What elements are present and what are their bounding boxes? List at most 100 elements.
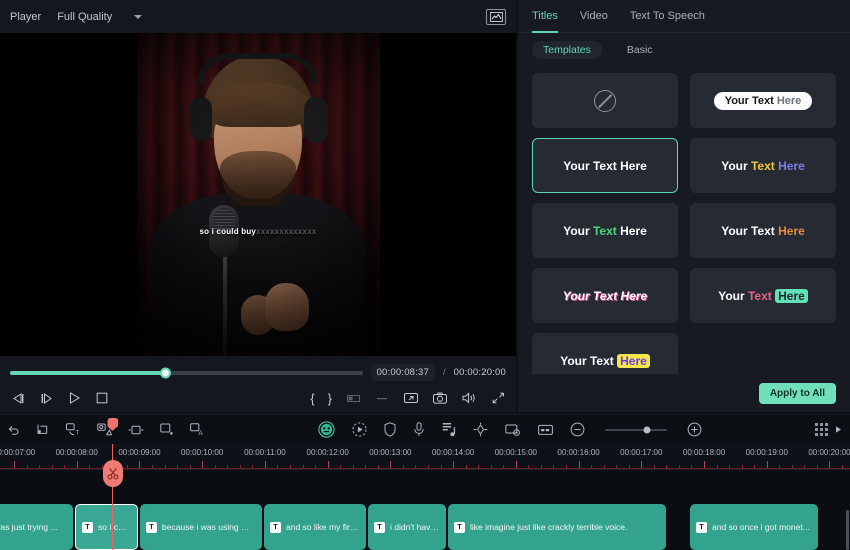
clip-and-so-like-my-first[interactable]: Tand so like my first ... <box>264 504 366 550</box>
clip-i-didnt-have[interactable]: Ti didn't have ... <box>368 504 446 550</box>
speaker-icon[interactable] <box>461 390 477 406</box>
brace-open-icon[interactable]: { <box>310 392 314 405</box>
toolbar-middle-group <box>318 421 702 438</box>
clip-label: because i was using my bro... <box>162 522 256 532</box>
dash-icon <box>374 390 390 406</box>
tab-titles[interactable]: Titles <box>532 0 558 33</box>
clip-and-so-once-i-got-money[interactable]: Tand so once i got monet... <box>690 504 818 550</box>
subtab-templates[interactable]: Templates <box>532 41 602 59</box>
caret-right-icon[interactable] <box>835 425 842 434</box>
vignette-overlay <box>136 33 380 356</box>
toolbar-left-group: T A <box>8 423 205 436</box>
mask-icon[interactable] <box>160 423 174 436</box>
text-part: Here <box>617 353 650 368</box>
text-part: Your <box>718 288 748 303</box>
keyframe-icon[interactable] <box>473 422 488 437</box>
video-stage: so i could buyxxxxxxxxxxxxx <box>0 33 516 356</box>
undo-icon[interactable] <box>8 424 20 436</box>
template-white-pill[interactable]: Your Text Here <box>690 73 836 128</box>
text-box-icon[interactable]: T <box>66 423 81 436</box>
text-part: Text <box>592 223 621 238</box>
apply-to-all-button[interactable]: Apply to All <box>758 382 836 404</box>
template-plain-white[interactable]: Your Text Here <box>532 138 678 193</box>
clip-like-imagine[interactable]: Tlike imagine just like crackly terrible… <box>448 504 666 550</box>
microphone-icon[interactable] <box>413 422 425 437</box>
step-forward-icon[interactable] <box>38 390 54 406</box>
clip-so-i-could[interactable]: Tso i cou... <box>75 504 138 550</box>
camera-icon[interactable] <box>432 390 448 406</box>
player-header: Player Full Quality <box>0 0 516 33</box>
template-preview-text: Your Text Here <box>721 159 805 173</box>
timeline-zoom-slider[interactable] <box>605 426 667 433</box>
ruler-label: 00:00:08:00 <box>55 448 98 457</box>
tab-text-to-speech[interactable]: Text To Speech <box>630 0 705 33</box>
title-template-grid: Your Text Here Your Text Here Your Text He… <box>518 65 850 374</box>
template-green-accent[interactable]: Your Text Here <box>532 203 678 258</box>
template-preview-text: Your Text Here <box>718 288 808 303</box>
grid-menu-icon[interactable] <box>815 423 828 436</box>
text-part: Your Text Here <box>562 288 648 303</box>
step-backward-icon[interactable] <box>10 390 26 406</box>
timeline-ruler[interactable]: 00:00:07:00 00:00:08:00 00:00:09:00 00:00:1… <box>0 444 850 470</box>
text-part: Text <box>747 288 776 303</box>
template-preview-text: Your Text Here <box>560 353 650 368</box>
template-yellow-highlight[interactable]: Your Text Here <box>532 333 678 374</box>
clip-because-i-was-using[interactable]: Tbecause i was using my bro... <box>140 504 262 550</box>
translate-icon[interactable]: A <box>190 423 205 436</box>
template-orange-accent[interactable]: Your Text Here <box>690 203 836 258</box>
player-panel: Player Full Quality so i could buyxxxxxx… <box>0 0 516 412</box>
quality-value: Full Quality <box>57 10 113 23</box>
time-separator: / <box>442 367 446 378</box>
template-preview-text: Your Text Here <box>563 289 647 303</box>
template-pink-teal-highlight[interactable]: Your Text Here <box>690 268 836 323</box>
subtab-basic[interactable]: Basic <box>616 41 664 59</box>
transport-controls: { } <box>10 390 506 406</box>
external-window-icon[interactable] <box>403 390 419 406</box>
crop-icon[interactable] <box>36 423 50 436</box>
transform-icon[interactable] <box>128 424 144 436</box>
zoom-out-icon[interactable] <box>570 422 585 437</box>
playhead[interactable] <box>102 418 123 550</box>
template-pink-italic[interactable]: Your Text Here <box>532 268 678 323</box>
text-part: Your <box>563 223 593 238</box>
player-controls-bar: 00:00:08:37 / 00:00:20:00 {} <box>0 356 516 412</box>
player-label: Player <box>10 10 42 23</box>
transport-right: { } <box>310 390 506 406</box>
zoom-in-icon[interactable] <box>687 422 702 437</box>
quality-dropdown[interactable]: Full Quality <box>51 9 148 25</box>
shield-icon[interactable] <box>384 422 396 437</box>
svg-text:T: T <box>75 430 79 436</box>
ruler-label: 00:00:14:00 <box>431 448 475 457</box>
compare-icon[interactable] <box>345 390 361 406</box>
text-part: Here <box>775 288 808 303</box>
zoom-slider-handle[interactable] <box>643 426 651 433</box>
panel-tab-bar: Titles Video Text To Speech <box>518 0 850 33</box>
text-part: Your <box>721 158 751 173</box>
subtitle-icon[interactable] <box>538 424 553 436</box>
ai-face-icon[interactable] <box>318 421 335 438</box>
tab-video[interactable]: Video <box>580 0 608 33</box>
screen-record-icon[interactable] <box>505 423 521 437</box>
music-note-icon[interactable] <box>442 422 456 437</box>
stop-icon[interactable] <box>94 390 110 406</box>
template-yellow-purple[interactable]: Your Text Here <box>690 138 836 193</box>
timeline-vertical-scrollbar[interactable] <box>846 510 849 550</box>
ruler-label: 00:00:12:00 <box>306 448 349 457</box>
seek-handle[interactable] <box>160 367 172 378</box>
seek-bar[interactable] <box>10 367 363 378</box>
text-part: Here <box>620 223 647 238</box>
template-none[interactable] <box>532 73 678 128</box>
text-part: Here <box>778 223 805 238</box>
ruler-label: 00:00:10:00 <box>181 448 224 457</box>
scissors-icon[interactable] <box>102 460 123 487</box>
expand-arrows-icon[interactable] <box>490 390 506 406</box>
video-preview[interactable]: so i could buyxxxxxxxxxxxxx <box>136 33 380 356</box>
ruler-label: 00:00:18:00 <box>682 448 726 457</box>
motion-tracking-icon[interactable] <box>352 422 367 437</box>
ruler-label: 00:00:09:00 <box>118 448 161 457</box>
clip-i-was-just-trying[interactable]: Ti was just trying ... <box>0 504 73 550</box>
brace-close-icon[interactable]: } <box>328 392 332 405</box>
ruler-label: 00:00:15:00 <box>494 448 537 457</box>
image-preview-icon[interactable] <box>486 8 506 25</box>
play-icon[interactable] <box>66 390 82 406</box>
